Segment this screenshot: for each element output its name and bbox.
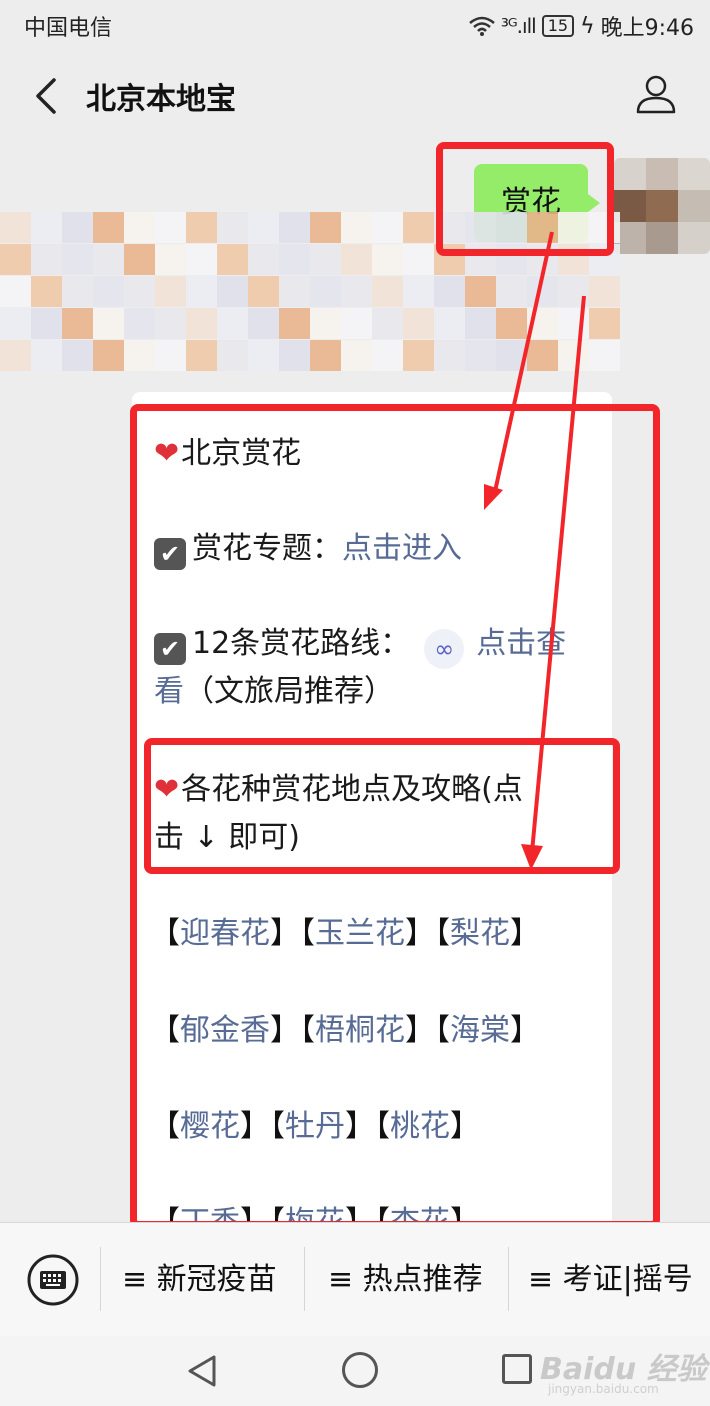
flower-link[interactable]: 梨花 [450, 916, 510, 951]
routes-link-cont[interactable]: 看 [154, 674, 184, 709]
flower-link[interactable]: 桃花 [390, 1109, 450, 1144]
guide-text: 各花种赏花地点及攻略(点 [181, 772, 523, 807]
charging-icon: ϟ [580, 13, 595, 39]
flower-row: 【郁金香】【梧桐花】【海棠】 [150, 1013, 540, 1048]
flower-link[interactable]: 郁金香 [180, 1013, 270, 1048]
menu-divider [304, 1247, 305, 1311]
checkbox-icon: ✔ [154, 538, 186, 570]
back-arrow-icon[interactable] [30, 76, 66, 116]
battery-icon: 15 [541, 15, 575, 37]
status-right: ³ᴳ.ıll 15 ϟ 晚上9:46 [469, 10, 694, 42]
topic-link[interactable]: 点击进入 [342, 531, 462, 566]
flower-link[interactable]: 梅花 [285, 1205, 345, 1222]
mini-program-icon[interactable]: ∞ [424, 629, 465, 669]
keyboard-icon[interactable] [26, 1253, 80, 1307]
my-avatar[interactable] [614, 158, 710, 254]
flower-link[interactable]: 樱花 [180, 1109, 240, 1144]
flower-link[interactable]: 迎春花 [180, 916, 270, 951]
routes-label: 12条赏花路线： [192, 626, 411, 661]
routes-line: ✔ 12条赏花路线： ∞ 点击查 [154, 621, 566, 669]
flower-link[interactable]: 丁香 [180, 1205, 240, 1222]
routes-line-2: 看（文旅局推荐） [154, 669, 394, 715]
status-bar: 中国电信 ³ᴳ.ıll 15 ϟ 晚上9:46 [0, 0, 710, 48]
blurred-content [0, 212, 620, 372]
flower-link[interactable]: 牡丹 [285, 1109, 345, 1144]
wifi-icon [469, 16, 495, 36]
flower-row: 【迎春花】【玉兰花】【梨花】 [150, 916, 540, 951]
nav-home-icon[interactable] [342, 1352, 378, 1388]
title-bar: 北京本地宝 [0, 48, 710, 143]
flower-row: 【丁香】【梅花】【杏花】 [150, 1200, 480, 1222]
reply-title-line: ❤北京赏花 [154, 431, 301, 477]
signal-icon: ³ᴳ.ıll [500, 14, 537, 38]
heart-icon: ❤ [154, 436, 180, 471]
clock: 晚上9:46 [600, 16, 694, 41]
topic-label: 赏花专题： [192, 531, 342, 566]
page-title: 北京本地宝 [86, 82, 236, 117]
menu-item-vaccine[interactable]: ≡ 新冠疫苗 [122, 1223, 277, 1337]
menu-item-hot[interactable]: ≡ 热点推荐 [328, 1223, 483, 1337]
reply-title: 北京赏花 [181, 436, 302, 471]
menu-divider [508, 1247, 509, 1311]
routes-note: （文旅局推荐） [184, 674, 394, 709]
checkbox-icon: ✔ [154, 633, 186, 665]
system-nav-bar: Baidu 经验 jingyan.baidu.com [0, 1336, 710, 1406]
menu-item-exam[interactable]: ≡ 考证|摇号 [528, 1223, 693, 1337]
flower-link[interactable]: 梧桐花 [315, 1013, 405, 1048]
service-menu-bar: ≡ 新冠疫苗 ≡ 热点推荐 ≡ 考证|摇号 [0, 1222, 710, 1337]
chat-area[interactable]: 赏花 ❤北京赏花 ✔ 赏花专题：点击进入 ✔ 12条赏花路线： ∞ 点击查 看（文旅局推… [0, 142, 710, 1222]
profile-icon[interactable] [634, 72, 678, 116]
flower-link[interactable]: 海棠 [450, 1013, 510, 1048]
flower-link[interactable]: 玉兰花 [315, 916, 405, 951]
menu-divider [100, 1247, 101, 1311]
topic-line: ✔ 赏花专题：点击进入 [154, 526, 462, 572]
flower-link[interactable]: 杏花 [390, 1205, 450, 1222]
guide-text-cont: 击 ↓ 即可) [154, 820, 300, 855]
watermark-url: jingyan.baidu.com [548, 1382, 659, 1396]
heart-icon: ❤ [154, 772, 180, 807]
guide-line: ❤各花种赏花地点及攻略(点 [154, 767, 523, 813]
carrier-label: 中国电信 [24, 16, 113, 41]
guide-line-2: 击 ↓ 即可) [154, 815, 300, 861]
flower-row: 【樱花】【牡丹】【桃花】 [150, 1109, 480, 1144]
routes-link[interactable]: 点击查 [476, 626, 566, 661]
nav-back-icon[interactable] [186, 1354, 218, 1388]
nav-recents-icon[interactable] [502, 1354, 532, 1384]
